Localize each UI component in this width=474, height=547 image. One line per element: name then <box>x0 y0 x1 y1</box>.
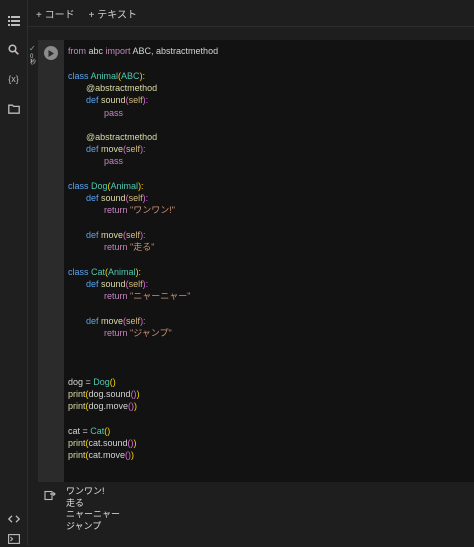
code-cell[interactable]: ✓ 0 秒 from abc import ABC, abstractmetho… <box>28 40 474 482</box>
add-text-cell-button[interactable]: + テキスト <box>89 6 137 21</box>
code-line: pass <box>104 108 124 118</box>
code-line: pass <box>104 156 124 166</box>
code-line: def sound(self): <box>86 95 149 105</box>
left-sidebar: {x} <box>0 0 28 545</box>
code-line: return "ニャーニャー" <box>104 291 191 301</box>
output-text: ワンワン! 走る ニャーニャー ジャンプ <box>66 486 120 532</box>
variables-icon[interactable]: {x} <box>5 70 22 87</box>
folder-icon[interactable] <box>5 100 22 117</box>
execution-success-icon: ✓ <box>29 44 36 53</box>
terminal-icon[interactable] <box>5 530 22 547</box>
add-code-cell-button[interactable]: + コード <box>36 6 75 21</box>
code-line: return "ワンワン!" <box>104 205 175 215</box>
code-snippets-icon[interactable] <box>5 510 22 527</box>
run-area <box>38 40 64 482</box>
code-line: from abc import ABC, abstractmethod <box>68 46 219 56</box>
output-line: ニャーニャー <box>66 509 121 519</box>
notebook-toolbar: + コード + テキスト <box>28 0 474 27</box>
execution-time: 0 秒 <box>30 54 37 66</box>
code-line: print(cat.move()) <box>68 450 135 460</box>
output-line: 走る <box>66 497 85 508</box>
code-line: print(dog.move()) <box>68 401 138 411</box>
search-icon[interactable] <box>5 41 22 58</box>
menu-icon[interactable] <box>5 12 22 29</box>
code-editor[interactable]: from abc import ABC, abstractmethod clas… <box>64 40 474 482</box>
code-line: return "ジャンプ" <box>104 328 172 338</box>
cell-output: ワンワン! 走る ニャーニャー ジャンプ <box>28 482 474 545</box>
output-line: ジャンプ <box>66 520 102 531</box>
run-cell-button[interactable] <box>44 46 58 60</box>
output-options-icon[interactable] <box>44 489 56 501</box>
play-icon <box>48 49 54 57</box>
output-line: ワンワン! <box>66 486 105 496</box>
code-line: return "走る" <box>104 242 155 252</box>
